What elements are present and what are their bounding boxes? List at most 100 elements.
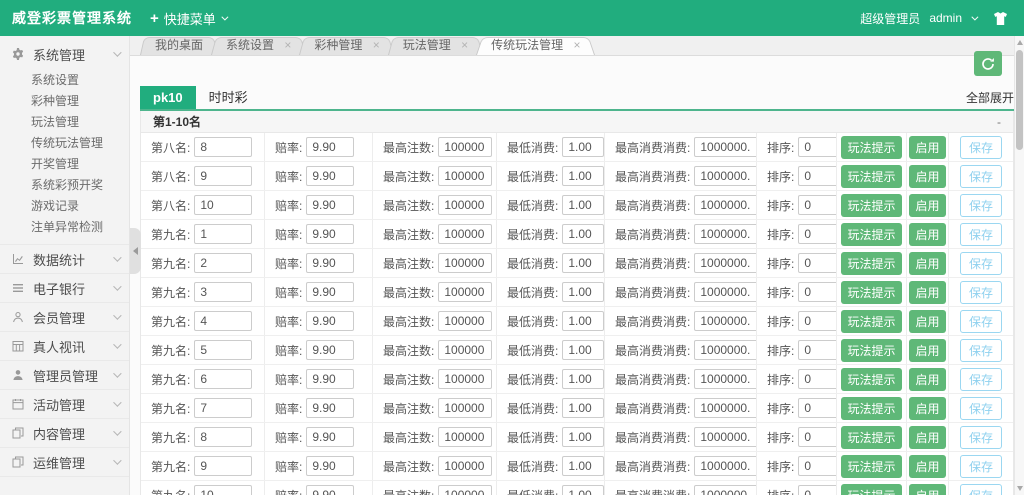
max-spend-input[interactable] — [694, 137, 756, 157]
enable-button[interactable]: 启用 — [909, 164, 946, 188]
theme-shirt-icon[interactable] — [993, 11, 1008, 25]
min-spend-input[interactable] — [562, 166, 604, 186]
sort-input[interactable] — [798, 427, 836, 447]
enable-button[interactable]: 启用 — [909, 338, 946, 362]
max-bets-input[interactable] — [438, 137, 493, 157]
max-bets-input[interactable] — [438, 427, 493, 447]
sidebar-item[interactable]: 传统玩法管理 — [0, 133, 129, 154]
max-spend-input[interactable] — [694, 369, 756, 389]
max-bets-input[interactable] — [438, 340, 493, 360]
sidebar-item[interactable]: 注单异常检测 — [0, 217, 129, 238]
max-bets-input[interactable] — [438, 485, 493, 495]
max-spend-input[interactable] — [694, 224, 756, 244]
odds-input[interactable] — [306, 340, 355, 360]
sidebar-section-toggle[interactable]: 系统管理 — [0, 40, 129, 68]
workspace-tab[interactable]: 我的桌面 — [140, 35, 218, 55]
min-spend-input[interactable] — [562, 195, 604, 215]
close-icon[interactable]: × — [461, 38, 468, 52]
rank-number-input[interactable] — [194, 369, 253, 389]
sort-input[interactable] — [798, 340, 836, 360]
max-spend-input[interactable] — [694, 456, 756, 476]
close-icon[interactable]: × — [373, 38, 380, 52]
enable-button[interactable]: 启用 — [909, 222, 946, 246]
odds-input[interactable] — [306, 398, 355, 418]
rank-number-input[interactable] — [194, 253, 253, 273]
game-tab[interactable]: 时时彩 — [196, 86, 261, 109]
sort-input[interactable] — [798, 485, 836, 495]
sort-input[interactable] — [798, 311, 836, 331]
odds-input[interactable] — [306, 427, 355, 447]
enable-button[interactable]: 启用 — [909, 396, 946, 420]
save-button[interactable]: 保存 — [959, 280, 1002, 304]
workspace-tab[interactable]: 彩种管理 × — [299, 35, 394, 55]
rank-number-input[interactable] — [194, 427, 253, 447]
enable-button[interactable]: 启用 — [909, 454, 946, 478]
expand-all-link[interactable]: 全部展开 — [966, 89, 1014, 106]
save-button[interactable]: 保存 — [959, 454, 1002, 478]
play-tip-button[interactable]: 玩法提示 — [841, 251, 902, 275]
sort-input[interactable] — [798, 166, 836, 186]
max-spend-input[interactable] — [694, 282, 756, 302]
max-bets-input[interactable] — [438, 369, 493, 389]
rank-number-input[interactable] — [194, 224, 253, 244]
sidebar-item[interactable]: 彩种管理 — [0, 91, 129, 112]
max-bets-input[interactable] — [438, 282, 493, 302]
max-bets-input[interactable] — [438, 311, 493, 331]
sort-input[interactable] — [798, 224, 836, 244]
sidebar-item[interactable]: 系统设置 — [0, 70, 129, 91]
enable-button[interactable]: 启用 — [909, 425, 946, 449]
save-button[interactable]: 保存 — [959, 164, 1002, 188]
save-button[interactable]: 保存 — [959, 367, 1002, 391]
play-tip-button[interactable]: 玩法提示 — [841, 338, 902, 362]
odds-input[interactable] — [306, 166, 355, 186]
sort-input[interactable] — [798, 456, 836, 476]
min-spend-input[interactable] — [562, 282, 604, 302]
enable-button[interactable]: 启用 — [909, 367, 946, 391]
sort-input[interactable] — [798, 137, 836, 157]
min-spend-input[interactable] — [562, 253, 604, 273]
sidebar-section-toggle[interactable]: 运维管理 — [0, 448, 129, 476]
max-spend-input[interactable] — [694, 485, 756, 495]
max-bets-input[interactable] — [438, 253, 493, 273]
max-spend-input[interactable] — [694, 340, 756, 360]
close-icon[interactable]: × — [284, 38, 291, 52]
sort-input[interactable] — [798, 369, 836, 389]
max-spend-input[interactable] — [694, 311, 756, 331]
save-button[interactable]: 保存 — [959, 425, 1002, 449]
save-button[interactable]: 保存 — [959, 309, 1002, 333]
play-tip-button[interactable]: 玩法提示 — [841, 135, 902, 159]
sidebar-item[interactable]: 开奖管理 — [0, 154, 129, 175]
sidebar-section-toggle[interactable]: 会员管理 — [0, 303, 129, 331]
odds-input[interactable] — [306, 456, 355, 476]
enable-button[interactable]: 启用 — [909, 483, 946, 495]
max-bets-input[interactable] — [438, 456, 493, 476]
min-spend-input[interactable] — [562, 427, 604, 447]
min-spend-input[interactable] — [562, 456, 604, 476]
odds-input[interactable] — [306, 224, 355, 244]
enable-button[interactable]: 启用 — [909, 280, 946, 304]
max-spend-input[interactable] — [694, 195, 756, 215]
sidebar-item[interactable]: 玩法管理 — [0, 112, 129, 133]
sidebar-section-toggle[interactable]: 内容管理 — [0, 419, 129, 447]
max-spend-input[interactable] — [694, 427, 756, 447]
play-tip-button[interactable]: 玩法提示 — [841, 483, 902, 495]
workspace-tab[interactable]: 系统设置 × — [211, 35, 306, 55]
play-tip-button[interactable]: 玩法提示 — [841, 280, 902, 304]
scrollbar-thumb[interactable] — [1016, 50, 1023, 150]
min-spend-input[interactable] — [562, 224, 604, 244]
sidebar-collapse-handle[interactable] — [130, 228, 141, 274]
odds-input[interactable] — [306, 311, 355, 331]
play-tip-button[interactable]: 玩法提示 — [841, 396, 902, 420]
play-tip-button[interactable]: 玩法提示 — [841, 222, 902, 246]
sidebar-section-toggle[interactable]: 电子银行 — [0, 274, 129, 302]
enable-button[interactable]: 启用 — [909, 309, 946, 333]
rank-number-input[interactable] — [194, 137, 253, 157]
max-bets-input[interactable] — [438, 224, 493, 244]
scroll-up-icon[interactable] — [1017, 40, 1023, 45]
max-spend-input[interactable] — [694, 166, 756, 186]
min-spend-input[interactable] — [562, 340, 604, 360]
enable-button[interactable]: 启用 — [909, 135, 946, 159]
rank-number-input[interactable] — [194, 195, 253, 215]
sidebar-item[interactable]: 游戏记录 — [0, 196, 129, 217]
collapse-section-icon[interactable]: - — [997, 115, 1001, 129]
